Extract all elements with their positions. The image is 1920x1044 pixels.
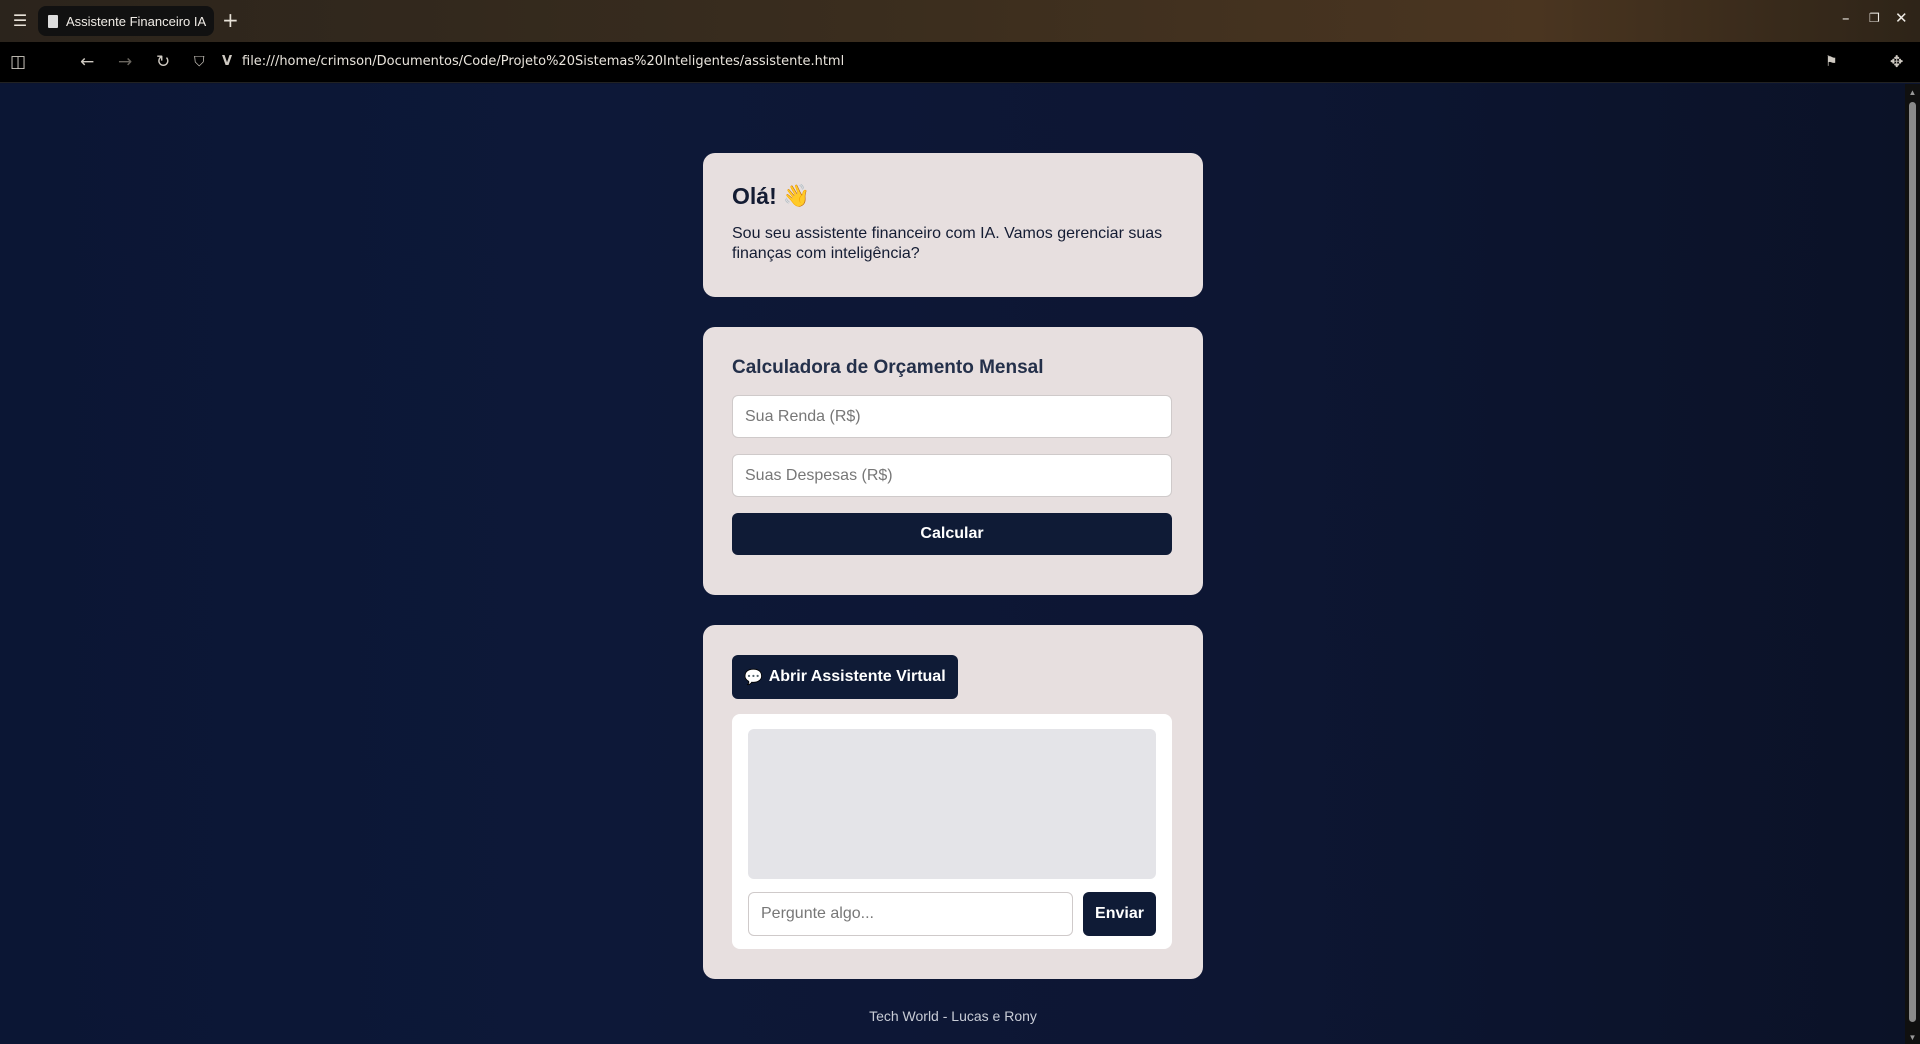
calculator-title: Calculadora de Orçamento Mensal [732,357,1044,378]
shield-icon[interactable]: ⛉ [194,51,205,73]
greeting-title: Olá! 👋 [732,183,1174,210]
chat-panel: Enviar [732,714,1172,949]
assistant-card: 💬 Abrir Assistente Virtual Enviar [703,625,1203,979]
chat-input[interactable] [748,892,1073,936]
scroll-down-icon[interactable]: ▼ [1908,1033,1917,1042]
browser-nav-bar: ◫ ← → ↻ ⛉ V file:///home/crimson/Documen… [0,42,1920,83]
close-icon[interactable]: ✕ [1895,8,1908,28]
open-assistant-label: Abrir Assistente Virtual [768,668,946,685]
footer-text: Tech World - Lucas e Rony [869,1008,1037,1024]
browser-tab-bar: ☰ Assistente Financeiro IA + – ❐ ✕ [0,0,1920,42]
budget-calculator-card: Calculadora de Orçamento Mensal Calcular [703,327,1203,595]
scrollbar[interactable]: ▲ ▼ [1905,84,1920,1044]
speech-bubble-icon: 💬 [744,668,763,686]
site-logo-icon: V [222,54,233,69]
document-icon [48,14,58,28]
expenses-input[interactable] [732,454,1172,497]
new-tab-button[interactable]: + [222,9,239,31]
address-bar[interactable]: file:///home/crimson/Documentos/Code/Pro… [242,54,844,69]
calculate-button[interactable]: Calcular [732,513,1172,555]
tab-active[interactable]: Assistente Financeiro IA [38,6,214,36]
maximize-icon[interactable]: ❐ [1869,8,1880,28]
bookmark-icon[interactable]: ⚑ [1825,51,1838,73]
scroll-up-icon[interactable]: ▲ [1908,88,1917,97]
tab-title: Assistente Financeiro IA [66,13,207,29]
waving-hand-icon: 👋 [782,184,811,209]
back-icon[interactable]: ← [80,51,94,73]
greeting-title-text: Olá! [732,183,777,209]
greeting-text: Sou seu assistente financeiro com IA. Va… [732,225,1163,262]
extensions-icon[interactable]: ✥ [1890,51,1903,73]
income-input[interactable] [732,395,1172,438]
menu-icon[interactable]: ☰ [10,11,30,31]
chat-messages [748,729,1156,879]
minimize-icon[interactable]: – [1842,8,1850,28]
reload-icon[interactable]: ↻ [156,51,170,73]
sidebar-icon[interactable]: ◫ [10,51,26,73]
greeting-card: Olá! 👋 Sou seu assistente financeiro com… [703,153,1203,297]
forward-icon[interactable]: → [118,51,132,73]
scrollbar-thumb[interactable] [1909,102,1916,1022]
send-button[interactable]: Enviar [1083,892,1156,936]
open-assistant-button[interactable]: 💬 Abrir Assistente Virtual [732,655,958,699]
